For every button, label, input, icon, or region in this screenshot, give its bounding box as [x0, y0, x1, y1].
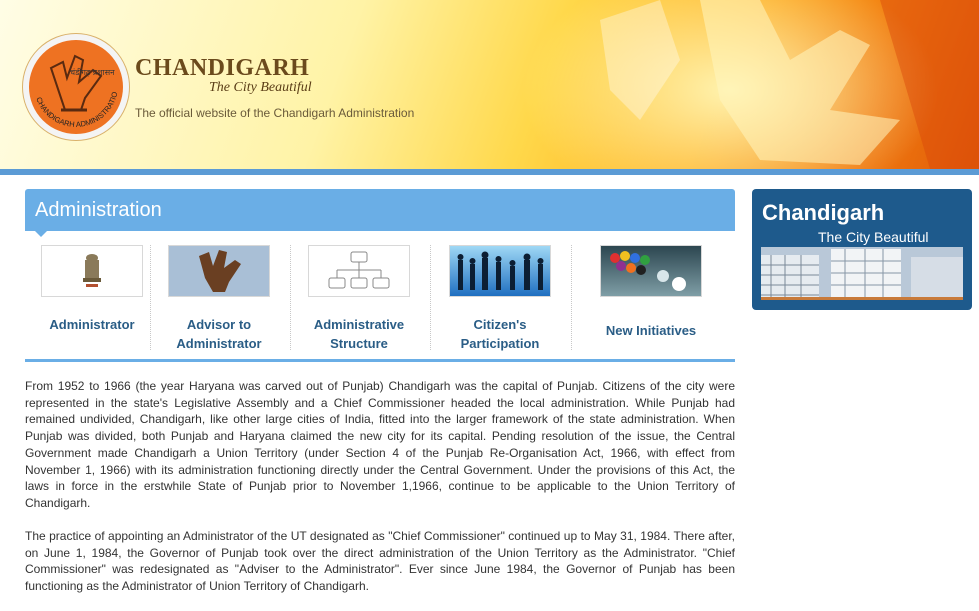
card-divider [571, 245, 572, 350]
sidebar-title: Chandigarh [762, 200, 885, 225]
logo-bottom-text: CHANDIGARH ADMINISTRATION [23, 34, 119, 129]
history-paragraph: The practice of appointing an Administra… [25, 529, 735, 594]
banner-hand-sculpture [600, 0, 979, 169]
card-label-line2[interactable]: Administrator [150, 334, 288, 353]
administration-header: Administration [25, 189, 735, 231]
card-advisor-to-administrator[interactable]: Advisor to Administrator [150, 243, 288, 355]
card-label-line1[interactable]: Citizen's [431, 315, 569, 334]
card-label-line2[interactable]: Structure [290, 334, 428, 353]
card-administrative-structure[interactable]: Administrative Structure [290, 243, 428, 355]
building-image [761, 247, 963, 300]
sidebar-subtitle: The City Beautiful [818, 229, 929, 245]
org-chart-icon [308, 245, 410, 297]
initiatives-icon [600, 245, 702, 297]
intro-paragraph: From 1952 to 1966 (the year Haryana was … [25, 379, 735, 510]
page-title: Administration [35, 199, 162, 221]
header-divider [0, 169, 979, 175]
card-new-initiatives[interactable]: New Initiatives [582, 243, 720, 355]
open-hand-icon [168, 245, 270, 297]
site-tagline: The City Beautiful [209, 80, 312, 95]
card-label-line1[interactable]: Administrative [290, 315, 428, 334]
card-label-line1[interactable]: Advisor to [150, 315, 288, 334]
svg-text:CHANDIGARH ADMINISTRATION: CHANDIGARH ADMINISTRATION [23, 34, 119, 129]
card-label[interactable]: New Initiatives [582, 321, 720, 340]
card-label[interactable]: Administrator [23, 315, 161, 334]
header-banner: चंडीगढ़ प्रशासन CHANDIGARH ADMINISTRATIO… [0, 0, 979, 169]
cards-bottom-bar [25, 359, 735, 362]
emblem-icon [41, 245, 143, 297]
sidebar-city-box[interactable]: Chandigarh The City Beautiful [752, 189, 972, 310]
people-icon [449, 245, 551, 297]
card-administrator[interactable]: Administrator [23, 243, 161, 355]
site-name: CHANDIGARH [135, 55, 310, 81]
header-notch [35, 231, 47, 237]
site-description: The official website of the Chandigarh A… [135, 106, 415, 120]
site-logo[interactable]: चंडीगढ़ प्रशासन CHANDIGARH ADMINISTRATIO… [22, 33, 130, 141]
card-citizens-participation[interactable]: Citizen's Participation [431, 243, 569, 355]
card-label-line2[interactable]: Participation [431, 334, 569, 353]
